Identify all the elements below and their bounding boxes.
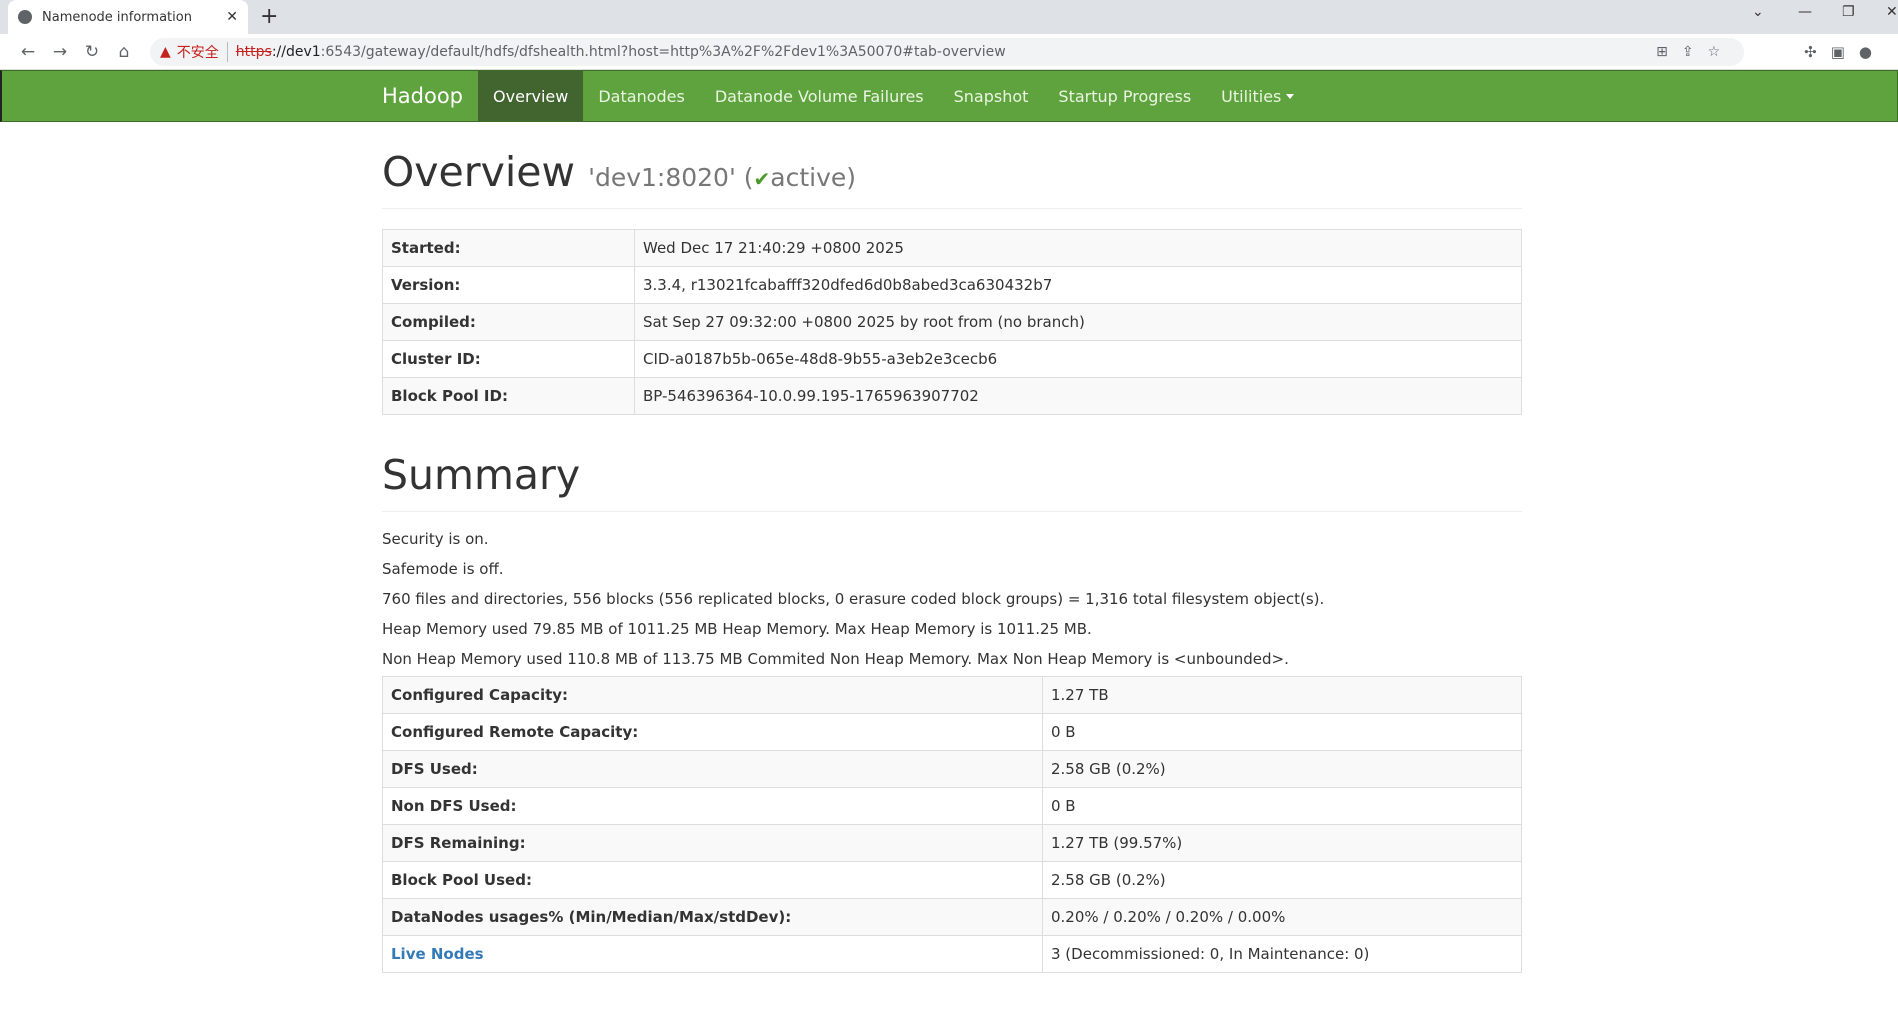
address-bar-row: ← → ↻ ⌂ ▲ 不安全 https ://dev1:6543/gateway… — [0, 34, 1898, 70]
row-label: Non DFS Used: — [382, 787, 1043, 825]
new-tab-icon[interactable]: + — [260, 4, 278, 29]
share-icon[interactable]: ⇪ — [1682, 44, 1708, 60]
table-row: Block Pool Used: 2.58 GB (0.2%) — [382, 861, 1522, 899]
table-row: Live Nodes 3 (Decommissioned: 0, In Maint… — [382, 935, 1522, 973]
row-label: DataNodes usages% (Min/Median/Max/stdDev… — [382, 898, 1043, 936]
overview-table: Started: Wed Dec 17 21:40:29 +0800 2025 Ve… — [382, 229, 1522, 415]
table-row: DFS Remaining: 1.27 TB (99.57%) — [382, 824, 1522, 862]
table-row: Configured Capacity: 1.27 TB — [382, 676, 1522, 714]
summary-line: Security is on. — [382, 530, 489, 548]
row-label: Block Pool ID: — [382, 377, 635, 415]
nav-utilities[interactable]: Utilities — [1206, 71, 1309, 121]
nav-datanodes[interactable]: Datanodes — [583, 71, 699, 121]
brand[interactable]: Hadoop — [382, 71, 478, 121]
row-label: DFS Remaining: — [382, 824, 1043, 862]
tab-title: Namenode information — [42, 9, 192, 25]
row-value: 2.58 GB (0.2%) — [1042, 750, 1522, 788]
row-label: Cluster ID: — [382, 340, 635, 378]
row-value: 0 B — [1042, 787, 1522, 825]
close-tab-icon[interactable]: ✕ — [226, 9, 238, 25]
utilities-label: Utilities — [1221, 86, 1282, 106]
bookmark-star-icon[interactable]: ☆ — [1708, 44, 1735, 60]
row-label: Configured Capacity: — [382, 676, 1043, 714]
row-label: Live Nodes — [382, 935, 1043, 973]
live-nodes-link[interactable]: Live Nodes — [391, 945, 484, 963]
table-row: Version: 3.3.4, r13021fcabafff320dfed6d0b… — [382, 266, 1522, 304]
forward-icon[interactable]: → — [44, 42, 76, 62]
row-value: 1.27 TB (99.57%) — [1042, 824, 1522, 862]
row-value: 0 B — [1042, 713, 1522, 751]
nav-snapshot[interactable]: Snapshot — [939, 71, 1044, 121]
table-row: Cluster ID: CID-a0187b5b-065e-48d8-9b55-a… — [382, 340, 1522, 378]
globe-icon — [18, 10, 32, 24]
table-row: DFS Used: 2.58 GB (0.2%) — [382, 750, 1522, 788]
close-window-icon[interactable]: ✕ — [1886, 4, 1898, 20]
row-value: BP-546396364-10.0.99.195-1765963907702 — [634, 377, 1522, 415]
table-row: DataNodes usages% (Min/Median/Max/stdDev… — [382, 898, 1522, 936]
reload-icon[interactable]: ↻ — [76, 42, 108, 62]
profile-icon[interactable]: ● — [1859, 43, 1886, 61]
url-scheme: https — [235, 43, 272, 60]
row-value: 0.20% / 0.20% / 0.20% / 0.00% — [1042, 898, 1522, 936]
row-value: 3.3.4, r13021fcabafff320dfed6d0b8abed3ca… — [634, 266, 1522, 304]
check-icon: ✔ — [753, 167, 771, 191]
row-label: Version: — [382, 266, 635, 304]
extensions-icon[interactable]: ✣ — [1804, 43, 1831, 61]
summary-line: Non Heap Memory used 110.8 MB of 113.75 … — [382, 650, 1289, 668]
page-title: Overview — [382, 148, 576, 196]
main-content: Overview 'dev1:8020' (✔active) Started: W… — [382, 122, 1522, 973]
summary-table: Configured Capacity: 1.27 TB Configured Re… — [382, 676, 1522, 973]
row-label: DFS Used: — [382, 750, 1043, 788]
minimize-icon[interactable]: — — [1798, 4, 1812, 20]
tab-search-icon[interactable]: ⌄ — [1752, 4, 1764, 20]
warning-icon: ▲ — [160, 43, 171, 60]
browser-tabstrip: Namenode information ✕ + ⌄ — ❐ ✕ — [0, 0, 1898, 34]
translate-icon[interactable]: ⊞ — [1656, 44, 1682, 60]
summary-line: 760 files and directories, 556 blocks (5… — [382, 590, 1325, 608]
browser-tab[interactable]: Namenode information ✕ — [8, 0, 248, 34]
status-text: active — [770, 163, 847, 192]
nav-startup-progress[interactable]: Startup Progress — [1043, 71, 1206, 121]
url-input[interactable]: ▲ 不安全 https ://dev1:6543/gateway/default… — [150, 37, 1745, 66]
table-row: Block Pool ID: BP-546396364-10.0.99.195-1… — [382, 377, 1522, 415]
table-row: Non DFS Used: 0 B — [382, 787, 1522, 825]
row-label: Configured Remote Capacity: — [382, 713, 1043, 751]
restore-icon[interactable]: ❐ — [1842, 4, 1855, 20]
row-label: Started: — [382, 229, 635, 267]
caret-down-icon — [1286, 93, 1295, 99]
table-row: Configured Remote Capacity: 0 B — [382, 713, 1522, 751]
insecure-label[interactable]: 不安全 — [177, 41, 228, 62]
home-icon[interactable]: ⌂ — [108, 42, 140, 62]
navbar: Hadoop Overview Datanodes Datanode Volum… — [0, 70, 1898, 122]
side-panel-icon[interactable]: ▣ — [1831, 43, 1859, 61]
back-icon[interactable]: ← — [12, 42, 44, 62]
row-value: Sat Sep 27 09:32:00 +0800 2025 by root f… — [634, 303, 1522, 341]
table-row: Compiled: Sat Sep 27 09:32:00 +0800 2025 … — [382, 303, 1522, 341]
nav-overview[interactable]: Overview — [478, 71, 584, 121]
nav-datanode-volume-failures[interactable]: Datanode Volume Failures — [700, 71, 939, 121]
row-value: 2.58 GB (0.2%) — [1042, 861, 1522, 899]
namenode-host: 'dev1:8020' ( — [588, 163, 754, 192]
summary-line: Heap Memory used 79.85 MB of 1011.25 MB … — [382, 620, 1092, 638]
url-path: :6543/gateway/default/hdfs/dfshealth.htm… — [320, 43, 1006, 60]
url-host: ://dev1 — [271, 43, 321, 60]
row-label: Compiled: — [382, 303, 635, 341]
summary-line: Safemode is off. — [382, 560, 504, 578]
row-value: CID-a0187b5b-065e-48d8-9b55-a3eb2e3cecb6 — [634, 340, 1522, 378]
row-value: Wed Dec 17 21:40:29 +0800 2025 — [634, 229, 1522, 267]
summary-heading: Summary — [382, 451, 1522, 512]
overview-heading: Overview 'dev1:8020' (✔active) — [382, 148, 1522, 209]
row-value: 3 (Decommissioned: 0, In Maintenance: 0) — [1042, 935, 1522, 973]
row-value: 1.27 TB — [1042, 676, 1522, 714]
table-row: Started: Wed Dec 17 21:40:29 +0800 2025 — [382, 229, 1522, 267]
row-label: Block Pool Used: — [382, 861, 1043, 899]
